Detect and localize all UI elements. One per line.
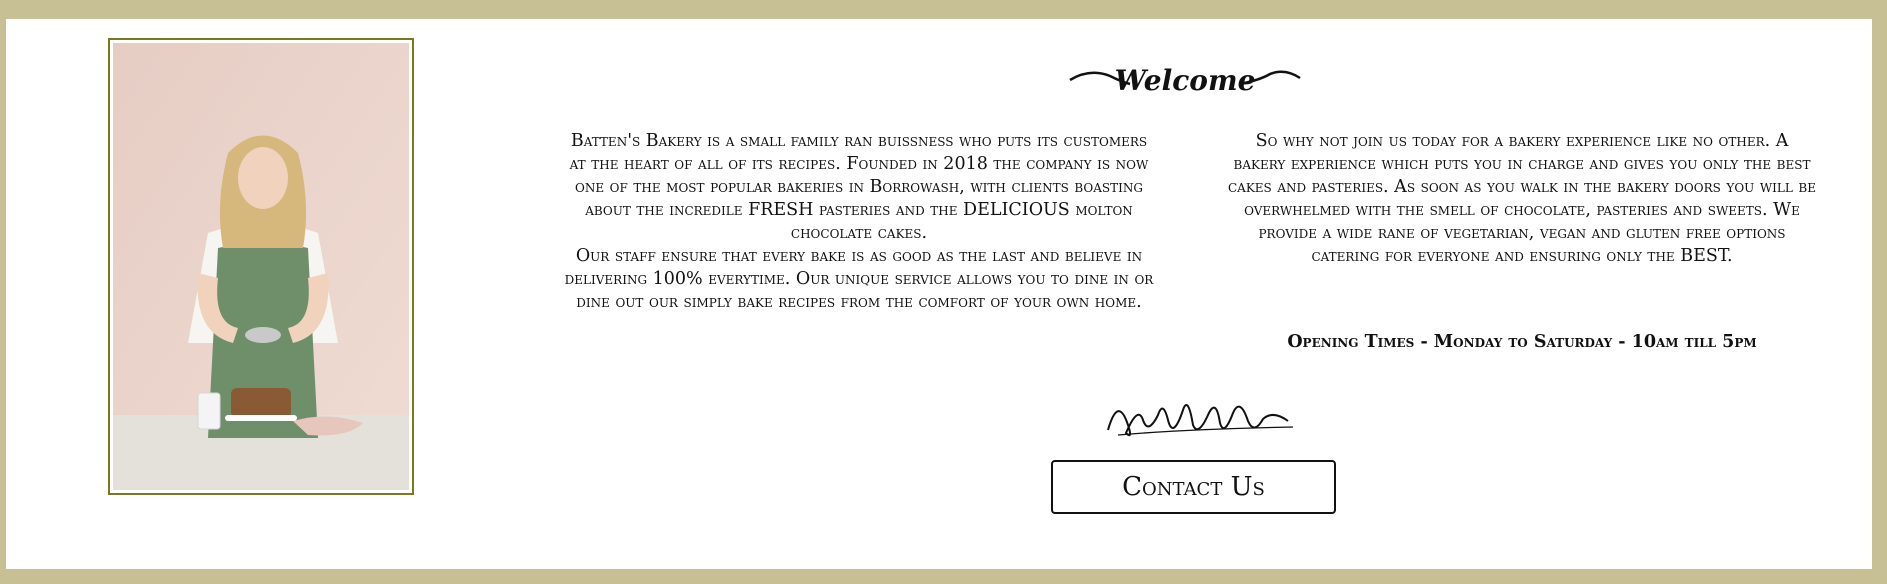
welcome-heading: Welcome: [1069, 64, 1301, 97]
intro-paragraph-2: Our staff ensure that every bake is as g…: [564, 246, 1154, 312]
baker-photo-frame: [108, 38, 414, 495]
contact-us-button[interactable]: Contact Us: [1051, 460, 1336, 514]
welcome-text: Welcome: [1115, 64, 1256, 97]
intro-left-column: Batten's Bakery is a small family ran bu…: [564, 130, 1154, 314]
signature-icon: [1107, 404, 1294, 437]
baker-photo: [113, 43, 409, 490]
opening-times: Opening Times - Monday to Saturday - 10a…: [1287, 332, 1757, 352]
intro-paragraph-1: Batten's Bakery is a small family ran bu…: [569, 131, 1149, 243]
intro-paragraph-3: So why not join us today for a bakery ex…: [1227, 131, 1817, 266]
intro-right-column: So why not join us today for a bakery ex…: [1227, 130, 1817, 268]
